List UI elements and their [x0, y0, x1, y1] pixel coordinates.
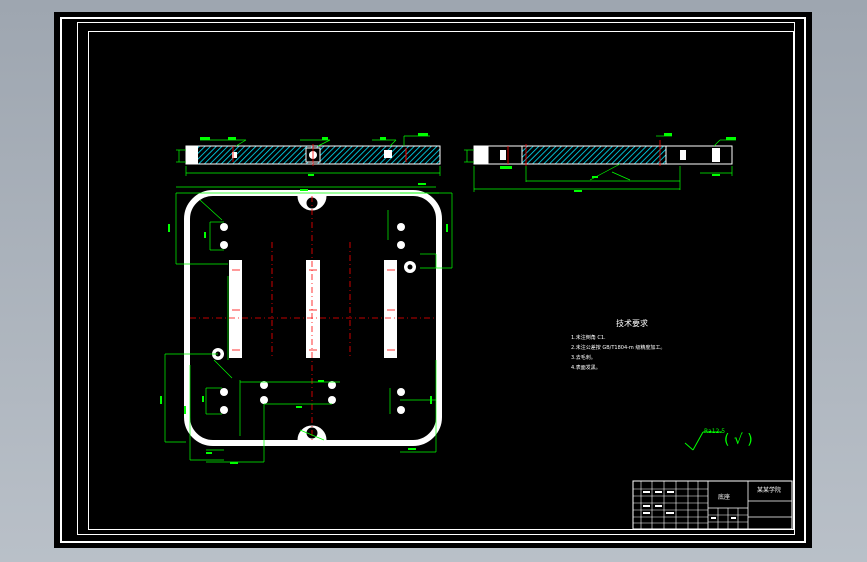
- roughness-bracket: ( √ ): [724, 432, 753, 448]
- section-view-side: [464, 133, 736, 192]
- roughness-value: Ra12.5: [704, 428, 726, 435]
- section-view-front: [176, 133, 441, 176]
- tech-req-title: 技术要求: [616, 319, 648, 328]
- company-name: 某某学院: [757, 487, 782, 494]
- plan-view: [160, 183, 453, 464]
- tech-req-line-1: 1.未注倒角 C1.: [571, 335, 606, 341]
- tech-req-line-4: 4.表面发黑。: [571, 365, 601, 371]
- tech-req-line-2: 2.未注公差按 GB/T1804-m 级精度加工。: [571, 345, 666, 351]
- cad-drawing: [160, 133, 793, 530]
- cad-viewport: 技术要求 1.未注倒角 C1. 2.未注公差按 GB/T1804-m 级精度加工…: [0, 0, 867, 562]
- part-name: 底座: [718, 494, 731, 501]
- tech-req-line-3: 3.去毛刺。: [571, 355, 596, 361]
